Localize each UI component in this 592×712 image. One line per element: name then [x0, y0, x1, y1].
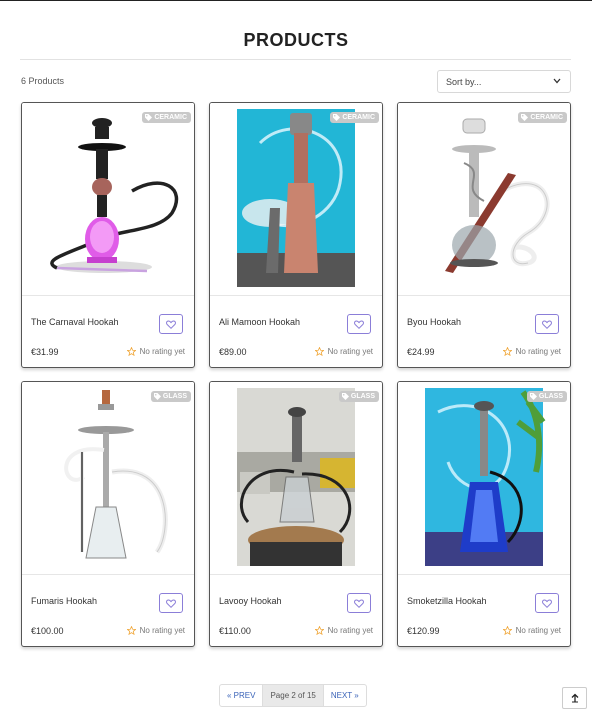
- category-badge: GLASS: [338, 391, 379, 402]
- top-border: [0, 0, 592, 1]
- tag-icon: [153, 393, 161, 400]
- card-divider: [398, 295, 570, 296]
- star-icon: [126, 347, 136, 356]
- card-divider: [210, 574, 382, 575]
- product-count: 6 Products: [21, 76, 65, 86]
- card-divider: [22, 574, 194, 575]
- star-icon: [126, 626, 136, 635]
- tag-icon: [521, 114, 529, 121]
- rating-text: No rating yet: [327, 347, 373, 356]
- product-rating: No rating yet: [126, 626, 185, 635]
- tag-icon: [341, 393, 349, 400]
- category-badge: CERAMIC: [330, 112, 379, 123]
- heart-icon: [166, 598, 176, 608]
- chevron-down-icon: [553, 78, 561, 84]
- product-rating: No rating yet: [126, 347, 185, 356]
- product-price: €100.00: [31, 626, 64, 636]
- product-card[interactable]: GLASS Fumaris Hookah €100.00 No rating y…: [21, 381, 195, 647]
- product-card[interactable]: CERAMIC Byou Hookah €24.99 No rating yet: [397, 102, 571, 368]
- wishlist-button[interactable]: [347, 314, 371, 334]
- wishlist-button[interactable]: [535, 314, 559, 334]
- star-icon: [314, 626, 324, 635]
- product-rating: No rating yet: [502, 626, 561, 635]
- product-price: €110.00: [219, 626, 251, 636]
- wishlist-button[interactable]: [347, 593, 371, 613]
- wishlist-button[interactable]: [159, 593, 183, 613]
- product-price: €89.00: [219, 347, 247, 357]
- product-card[interactable]: CERAMIC Ali Mamoon Hookah €89.00 No rati…: [209, 102, 383, 368]
- heart-icon: [354, 319, 364, 329]
- tag-icon: [529, 393, 537, 400]
- rating-text: No rating yet: [515, 626, 561, 635]
- card-divider: [210, 295, 382, 296]
- next-page-link[interactable]: NEXT »: [324, 685, 366, 706]
- category-badge: CERAMIC: [518, 112, 567, 123]
- sort-select[interactable]: Sort by...: [437, 70, 571, 93]
- rating-text: No rating yet: [515, 347, 561, 356]
- category-badge-label: CERAMIC: [154, 114, 187, 121]
- rating-text: No rating yet: [139, 347, 185, 356]
- rating-text: No rating yet: [327, 626, 373, 635]
- heart-icon: [542, 598, 552, 608]
- back-to-top-button[interactable]: [562, 687, 587, 709]
- category-badge-label: GLASS: [350, 393, 375, 400]
- wishlist-button[interactable]: [159, 314, 183, 334]
- product-card[interactable]: CERAMIC The Carnaval Hookah €31.99 No ra…: [21, 102, 195, 368]
- product-name[interactable]: Smoketzilla Hookah: [407, 596, 487, 606]
- product-image[interactable]: [210, 103, 382, 295]
- tag-icon: [333, 114, 341, 121]
- product-name[interactable]: Lavooy Hookah: [219, 596, 282, 606]
- card-divider: [22, 295, 194, 296]
- product-card[interactable]: GLASS Lavooy Hookah €110.00 No rating ye…: [209, 381, 383, 647]
- wishlist-button[interactable]: [535, 593, 559, 613]
- heart-icon: [166, 319, 176, 329]
- product-name[interactable]: Byou Hookah: [407, 317, 461, 327]
- title-divider: [20, 59, 571, 60]
- card-divider: [398, 574, 570, 575]
- product-price: €120.99: [407, 626, 440, 636]
- product-price: €24.99: [407, 347, 435, 357]
- category-badge: CERAMIC: [142, 112, 191, 123]
- category-badge-label: CERAMIC: [342, 114, 375, 121]
- product-price: €31.99: [31, 347, 59, 357]
- heart-icon: [542, 319, 552, 329]
- sort-select-label: Sort by...: [446, 77, 482, 87]
- category-badge: GLASS: [150, 391, 191, 402]
- product-name[interactable]: Ali Mamoon Hookah: [219, 317, 300, 327]
- current-page: Page 2 of 15: [262, 685, 324, 706]
- prev-page-link[interactable]: « PREV: [220, 685, 262, 706]
- product-image[interactable]: [398, 103, 570, 295]
- product-image[interactable]: [210, 382, 382, 574]
- product-name[interactable]: Fumaris Hookah: [31, 596, 97, 606]
- rating-text: No rating yet: [139, 626, 185, 635]
- product-card[interactable]: GLASS Smoketzilla Hookah €120.99 No rati…: [397, 381, 571, 647]
- product-rating: No rating yet: [314, 626, 373, 635]
- category-badge-label: GLASS: [162, 393, 187, 400]
- star-icon: [502, 626, 512, 635]
- product-image[interactable]: [398, 382, 570, 574]
- heart-icon: [354, 598, 364, 608]
- category-badge-label: GLASS: [538, 393, 563, 400]
- arrow-up-icon: [571, 693, 578, 703]
- page-title: PRODUCTS: [243, 30, 349, 50]
- star-icon: [314, 347, 324, 356]
- star-icon: [502, 347, 512, 356]
- product-rating: No rating yet: [314, 347, 373, 356]
- category-badge-label: CERAMIC: [530, 114, 563, 121]
- product-name[interactable]: The Carnaval Hookah: [31, 317, 119, 327]
- pagination: « PREV Page 2 of 15 NEXT »: [219, 684, 367, 707]
- tag-icon: [145, 114, 153, 121]
- product-image[interactable]: [22, 103, 194, 295]
- product-rating: No rating yet: [502, 347, 561, 356]
- product-image[interactable]: [22, 382, 194, 574]
- category-badge: GLASS: [526, 391, 567, 402]
